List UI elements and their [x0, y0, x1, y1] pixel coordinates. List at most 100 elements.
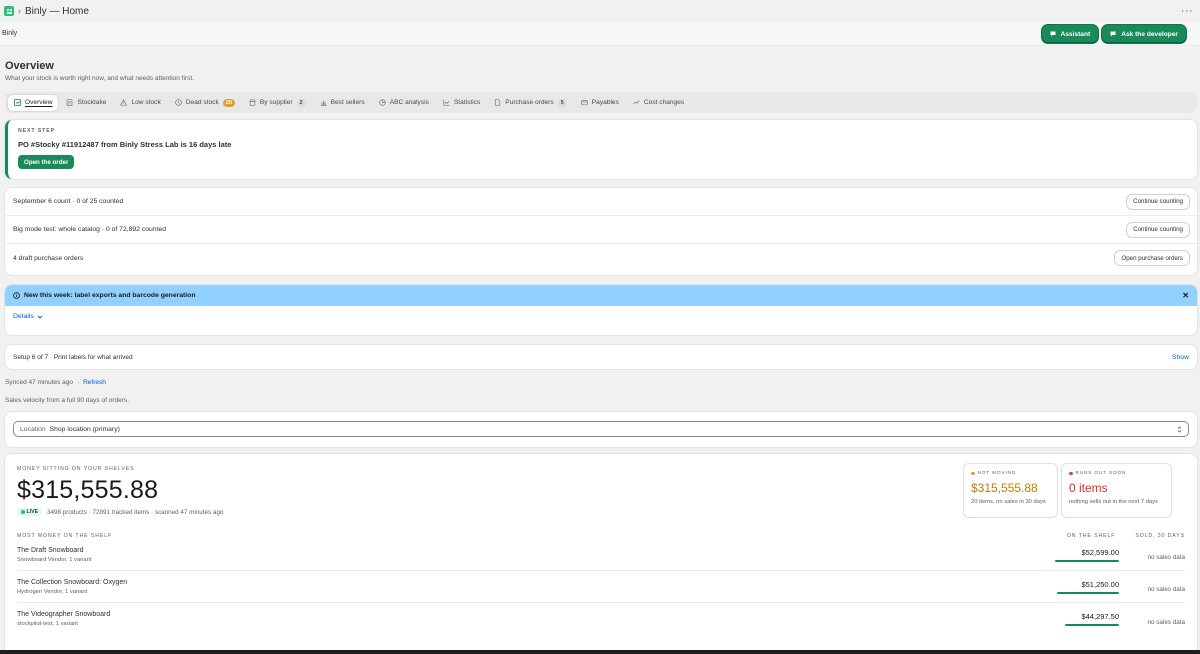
task-text: September 6 count · 0 of 25 counted [13, 198, 124, 205]
task-row: September 6 count · 0 of 25 counted Cont… [5, 188, 1197, 216]
red-dot-icon [1069, 471, 1073, 476]
tab-low-stock[interactable]: Low stock [114, 95, 166, 111]
wallet-icon [581, 100, 588, 106]
tab-best-sellers[interactable]: Best sellers [314, 95, 371, 111]
setup-progress-card: Setup 6 of 7 · Print labels for what arr… [5, 345, 1197, 369]
not-moving-label: NOT MOVING [977, 471, 1017, 476]
table-columns: ON THE SHELF SOLD, 30 DAYS [1067, 533, 1185, 539]
stats-icon [443, 99, 450, 106]
next-step-label: NEXT STEP [18, 128, 55, 134]
sync-separator: · [76, 379, 80, 386]
tab-label: By supplier [259, 99, 293, 106]
table-row[interactable]: The Draft Snowboard Snowboard Vendor, 1 … [17, 539, 1185, 571]
tab-label: Payables [591, 99, 619, 106]
app-header: Binly Assistant Ask the developer [0, 22, 1200, 46]
tab-statistics[interactable]: Statistics [437, 95, 486, 111]
live-badge: LIVE [17, 508, 43, 516]
breadcrumb: › Binly — Home [4, 6, 89, 17]
not-moving-stat[interactable]: NOT MOVING $315,555.88 20 items, no sale… [964, 464, 1057, 517]
supplier-count-badge: 2 [296, 98, 306, 107]
table-row[interactable]: The Collection Snowboard: Oxygen Hydroge… [17, 571, 1185, 603]
setup-text: Setup 6 of 7 · Print labels for what arr… [13, 353, 133, 361]
tab-payables[interactable]: Payables [575, 95, 625, 111]
tab-label: Overview [25, 99, 53, 106]
tab-stocktake[interactable]: Stocktake [60, 95, 112, 111]
assistant-label: Assistant [1060, 30, 1091, 38]
assistant-button[interactable]: Assistant [1041, 25, 1099, 43]
continue-counting-button[interactable]: Continue counting [1127, 194, 1189, 209]
details-link: Details [13, 313, 34, 320]
store-icon [249, 99, 256, 106]
shelf-cell: $44,297.50 [1055, 612, 1119, 626]
announcement-banner: New this week: label exports and barcode… [5, 285, 1197, 335]
tab-label: Low stock [131, 99, 161, 106]
page-title: Overview [5, 60, 54, 72]
live-dot-icon [21, 510, 25, 514]
overview-icon [14, 99, 21, 106]
shelf-bar [1065, 624, 1119, 626]
chat-icon [1050, 31, 1055, 37]
tab-label: Statistics [453, 99, 481, 106]
task-text: Big mode test: whole catalog · 0 of 72,8… [13, 226, 167, 233]
tab-overview[interactable]: Overview [8, 94, 59, 111]
table-row[interactable]: The Videographer Snowboard stockpilot-te… [17, 603, 1185, 635]
banner-title-wrap: New this week: label exports and barcode… [13, 292, 195, 299]
row-values: $44,297.50 no sales data [1055, 612, 1185, 626]
product-sub: Hydrogen Vendor, 1 variant [17, 588, 88, 595]
next-step-card: NEXT STEP PO #Stocky #11912487 from Binl… [5, 120, 1197, 179]
page-subtitle: What your stock is worth right now, and … [5, 75, 194, 82]
open-order-button[interactable]: Open the order [18, 155, 75, 169]
runs-out-value: 0 items [1069, 481, 1108, 495]
tab-label: Dead stock [185, 99, 219, 106]
location-select[interactable]: Location Shop location (primary) [13, 421, 1189, 437]
location-label: Location [20, 425, 46, 433]
banner-details-toggle[interactable]: Details [5, 306, 1197, 327]
ask-developer-label: Ask the developer [1121, 30, 1178, 38]
tab-label: ABC analysis [389, 99, 429, 106]
clock-icon [175, 99, 182, 106]
window-titlebar: › Binly — Home ··· [0, 0, 1200, 22]
runs-out-label-wrap: RUNS OUT SOON [1069, 471, 1164, 476]
window-title: Binly — Home [25, 5, 89, 17]
row-values: $51,250.00 no sales data [1055, 580, 1185, 594]
sold-value: no sales data [1147, 618, 1185, 626]
runs-out-stat[interactable]: RUNS OUT SOON 0 items nothing sells out … [1062, 464, 1171, 517]
tab-cost-changes[interactable]: Cost changes [627, 95, 690, 111]
col-sold: SOLD, 30 DAYS [1135, 533, 1185, 539]
not-moving-note: 20 items, no sales in 30 days [971, 499, 1046, 505]
product-name: The Videographer Snowboard [17, 611, 111, 618]
shelf-value: $44,297.50 [1081, 612, 1119, 621]
tab-abc-analysis[interactable]: ABC analysis [373, 95, 435, 111]
product-name: The Collection Snowboard: Oxygen [17, 578, 128, 586]
alert-triangle-icon [120, 99, 128, 106]
shelf-bar [1055, 559, 1119, 562]
next-step-title: PO #Stocky #11912487 from Binly Stress L… [18, 140, 232, 149]
tab-dead-stock[interactable]: Dead stock 20 [169, 95, 241, 111]
tab-purchase-orders[interactable]: Purchase orders 5 [488, 95, 572, 111]
runs-out-label: RUNS OUT SOON [1075, 471, 1127, 476]
banner-header: New this week: label exports and barcode… [5, 285, 1197, 306]
open-purchase-orders-button[interactable]: Open purchase orders [1115, 251, 1189, 265]
tab-by-supplier[interactable]: By supplier 2 [243, 95, 312, 111]
refresh-link[interactable]: Refresh [83, 379, 106, 386]
chevron-right-icon: › [18, 6, 21, 16]
chat-icon [1110, 31, 1116, 37]
tab-label: Best sellers [330, 99, 365, 106]
ask-developer-button[interactable]: Ask the developer [1102, 25, 1186, 43]
shelf-bar [1056, 591, 1119, 594]
task-row: Big mode test: whole catalog · 0 of 72,8… [5, 216, 1197, 244]
chevron-down-icon [37, 315, 43, 319]
tab-label: Cost changes [643, 99, 685, 106]
show-setup-link[interactable]: Show [1172, 354, 1189, 361]
info-icon [13, 292, 20, 299]
more-options-icon[interactable]: ··· [1178, 4, 1196, 18]
shelf-cell: $51,250.00 [1055, 580, 1119, 594]
runs-out-note: nothing sells out in the next 7 days [1069, 499, 1158, 505]
row-values: $52,599.00 no sales data [1055, 548, 1185, 562]
close-icon[interactable]: ✕ [1182, 291, 1189, 300]
select-arrows-icon [1177, 426, 1182, 433]
bar-chart-icon [320, 100, 327, 106]
tab-label: Purchase orders [505, 99, 554, 106]
binly-app-icon[interactable] [4, 6, 14, 16]
continue-counting-button[interactable]: Continue counting [1127, 222, 1189, 237]
